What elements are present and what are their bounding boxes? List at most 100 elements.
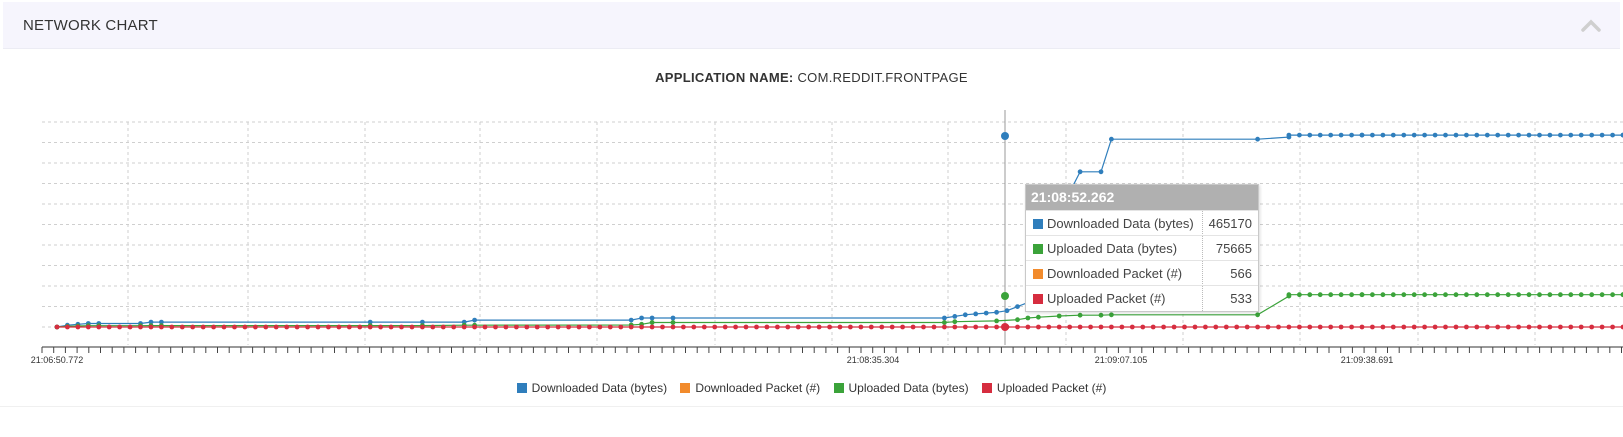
series-0[interactable] — [54, 132, 1623, 330]
x-axis: 21:06:50.772 21:08:35.304 21:09:07.105 21:0… — [31, 346, 1623, 365]
data-point — [1484, 132, 1490, 138]
data-point — [900, 324, 905, 330]
data-point — [75, 324, 81, 330]
data-point — [1036, 314, 1041, 320]
data-point — [346, 324, 352, 330]
data-point — [1338, 324, 1344, 330]
data-point — [482, 324, 488, 330]
data-point — [1349, 324, 1354, 330]
legend-label: Downloaded Data (bytes) — [531, 381, 668, 395]
network-line-chart[interactable]: 21:06:50.772 21:08:35.304 21:09:07.105 21:0… — [0, 100, 1623, 370]
data-point — [1077, 169, 1083, 175]
data-point — [649, 320, 655, 325]
chart-tooltip: 21:08:52.262 Downloaded Data (bytes) 465… — [1025, 184, 1259, 312]
data-point — [1432, 132, 1438, 138]
tooltip-swatch — [1033, 244, 1043, 254]
data-point — [1359, 292, 1365, 298]
data-point — [1411, 324, 1417, 330]
data-point — [1077, 324, 1083, 330]
data-point — [179, 324, 185, 330]
data-point — [326, 324, 331, 330]
data-point — [1328, 292, 1334, 298]
legend-item[interactable]: Downloaded Data (bytes) — [516, 381, 668, 395]
data-point — [1537, 292, 1542, 298]
data-point — [305, 324, 310, 330]
tooltip-time: 21:08:52.262 — [1026, 185, 1258, 210]
data-point — [743, 324, 749, 330]
data-point — [65, 324, 70, 330]
data-point — [618, 324, 624, 330]
series-layer[interactable] — [54, 132, 1623, 331]
data-point — [1422, 324, 1427, 330]
data-point — [1380, 292, 1386, 298]
data-point — [378, 324, 383, 330]
data-point — [1453, 324, 1459, 330]
tooltip-value: 533 — [1230, 291, 1252, 306]
tooltip-row: Downloaded Packet (#) 566 — [1026, 260, 1258, 286]
tooltip-swatch — [1033, 294, 1043, 304]
legend-item[interactable]: Uploaded Data (bytes) — [833, 381, 969, 395]
data-point — [1328, 324, 1334, 330]
data-point — [639, 324, 644, 330]
data-point — [1370, 132, 1375, 138]
tooltip-row: Uploaded Packet (#) 533 — [1026, 285, 1258, 311]
data-point — [1328, 132, 1334, 138]
data-point — [889, 324, 895, 330]
legend-item[interactable]: Downloaded Packet (#) — [680, 381, 820, 395]
data-point — [816, 324, 822, 330]
data-point — [1025, 324, 1031, 330]
tooltip-row: Downloaded Data (bytes) 465170 — [1026, 210, 1258, 236]
data-point — [1004, 308, 1010, 314]
data-point — [1150, 324, 1156, 330]
app-name-value: COM.REDDIT.FRONTPAGE — [797, 70, 968, 85]
data-point — [1537, 132, 1542, 138]
data-point — [284, 324, 290, 330]
chevron-up-icon[interactable] — [1580, 16, 1602, 34]
data-point — [232, 324, 237, 330]
panel-header: NETWORK CHART — [3, 2, 1620, 49]
data-point — [879, 324, 885, 330]
legend-item[interactable]: Uploaded Packet (#) — [981, 381, 1106, 395]
data-point — [1568, 292, 1574, 298]
tooltip-value: 566 — [1230, 266, 1252, 281]
data-point — [1025, 315, 1031, 321]
data-point — [775, 324, 780, 330]
data-point — [1526, 132, 1532, 138]
data-point — [1589, 292, 1595, 298]
data-point — [1474, 292, 1480, 298]
data-point — [806, 324, 812, 330]
data-point — [1599, 292, 1605, 298]
data-point — [1297, 132, 1302, 138]
data-point — [1610, 132, 1615, 138]
data-point — [1109, 312, 1114, 318]
data-point — [1213, 324, 1219, 330]
highlight-point — [1001, 132, 1009, 140]
data-point — [670, 315, 676, 321]
data-point — [1129, 324, 1135, 330]
data-point — [503, 324, 509, 330]
data-point — [1349, 292, 1354, 298]
x-tick-label: 21:08:35.304 — [847, 355, 900, 365]
chart-subtitle: APPLICATION NAME: COM.REDDIT.FRONTPAGE — [0, 70, 1623, 85]
data-point — [1474, 324, 1480, 330]
data-point — [1411, 292, 1417, 298]
data-point — [138, 324, 143, 330]
data-point — [1547, 292, 1553, 298]
data-point — [1067, 324, 1073, 330]
legend-swatch — [516, 383, 527, 393]
data-point — [942, 320, 947, 325]
data-point — [1380, 132, 1386, 138]
data-point — [1140, 324, 1146, 330]
chart-legend: Downloaded Data (bytes) Downloaded Packe… — [0, 381, 1623, 395]
data-point — [1547, 132, 1553, 138]
tooltip-swatch — [1033, 269, 1043, 279]
data-point — [1286, 292, 1292, 298]
data-point — [1244, 324, 1250, 330]
data-point — [127, 324, 133, 330]
x-tick-label: 21:06:50.772 — [31, 355, 84, 365]
legend-swatch — [833, 383, 844, 393]
data-point — [1307, 324, 1313, 330]
series-line — [56, 134, 1623, 328]
data-point — [357, 324, 363, 330]
series-1[interactable] — [54, 292, 1623, 330]
